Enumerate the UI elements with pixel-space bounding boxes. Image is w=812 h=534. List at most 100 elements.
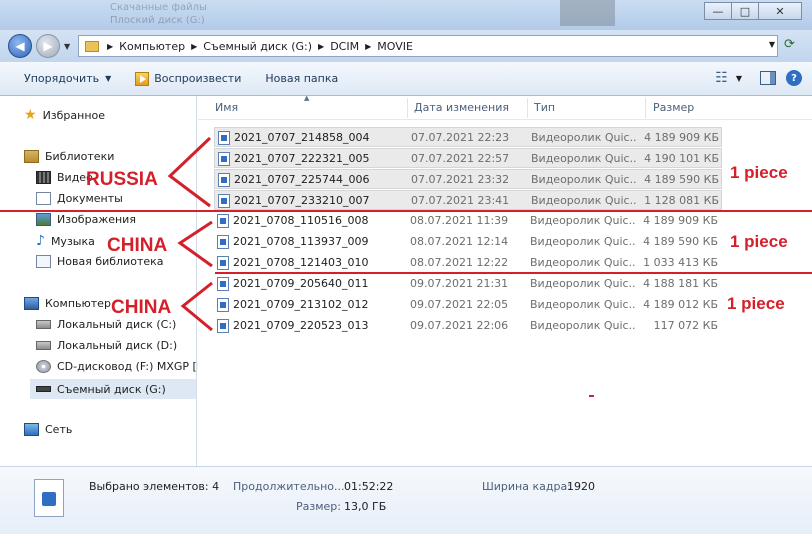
file-type: Видеоролик Quic... <box>530 235 636 248</box>
command-bar: Упорядочить ▼ Воспроизвести Новая папка … <box>0 62 812 96</box>
chevron-down-icon[interactable]: ▼ <box>736 74 742 83</box>
column-type[interactable]: Тип <box>534 101 555 115</box>
back-button[interactable]: ◀ <box>8 34 32 58</box>
video-file-icon <box>217 319 229 333</box>
play-button[interactable]: Воспроизвести <box>135 71 241 86</box>
file-date: 07.07.2021 23:41 <box>411 194 510 207</box>
preview-pane-icon[interactable] <box>760 71 776 85</box>
back-arrow-icon: ◀ <box>15 39 25 53</box>
nav-label: Съемный диск (G:) <box>57 382 166 396</box>
libraries-icon <box>24 150 39 163</box>
file-row[interactable]: 2021_0709_220523_013 09.07.2021 22:06 Виде… <box>214 316 722 336</box>
background-window-text: Плоский диск (G:) <box>110 15 205 26</box>
close-button[interactable]: ✕ <box>758 2 802 20</box>
column-divider[interactable] <box>527 98 528 118</box>
organize-button[interactable]: Упорядочить ▼ <box>24 72 111 85</box>
column-name[interactable]: Имя <box>215 101 238 115</box>
size-label: Размер: <box>296 500 341 513</box>
breadcrumb-movie[interactable]: MOVIE <box>377 40 413 53</box>
duration-value: 01:52:22 <box>344 480 394 493</box>
file-row[interactable]: 2021_0707_233210_007 07.07.2021 23:41 Виде… <box>214 190 722 210</box>
file-name: 2021_0707_225744_006 <box>234 173 370 186</box>
nav-libraries[interactable]: Библиотеки <box>24 150 114 163</box>
nav-disk-f[interactable]: CD-дисковод (F:) MXGP [F <box>36 360 203 373</box>
duration-label: Продолжительно... <box>233 480 345 493</box>
nav-disk-c[interactable]: Локальный диск (C:) <box>36 318 176 331</box>
breadcrumb-separator[interactable]: ▶ <box>318 42 324 51</box>
folder-icon <box>85 40 99 52</box>
annotation-russia: RUSSIA <box>86 169 158 190</box>
maximize-button[interactable]: □ <box>731 2 759 20</box>
navigation-pane: ★ Избранное Библиотеки Видео Документы И… <box>0 96 203 466</box>
breadcrumb-separator[interactable]: ▶ <box>107 42 113 51</box>
file-name: 2021_0708_121403_010 <box>233 256 369 269</box>
annotation-divider-line <box>215 272 812 274</box>
file-type: Видеоролик Quic... <box>530 319 636 332</box>
file-name: 2021_0709_213102_012 <box>233 298 369 311</box>
new-folder-label: Новая папка <box>265 72 339 85</box>
cd-drive-icon <box>36 360 51 373</box>
file-row[interactable]: 2021_0708_113937_009 08.07.2021 12:14 Виде… <box>214 232 722 252</box>
star-icon: ★ <box>24 107 37 123</box>
frame-width-value: 1920 <box>567 480 595 493</box>
selected-count: Выбрано элементов: 4 <box>89 480 220 493</box>
file-size: 4 189 909 КБ <box>643 214 718 227</box>
video-file-icon <box>218 194 230 208</box>
close-icon: ✕ <box>775 4 785 18</box>
file-date: 07.07.2021 22:57 <box>411 152 510 165</box>
file-type: Видеоролик Quic... <box>530 256 636 269</box>
address-bar[interactable]: ▶ Компьютер ▶ Съемный диск (G:) ▶ DCIM ▶… <box>78 35 778 57</box>
breadcrumb-separator[interactable]: ▶ <box>191 42 197 51</box>
help-icon[interactable]: ? <box>786 70 802 86</box>
file-row[interactable]: 2021_0707_222321_005 07.07.2021 22:57 Виде… <box>214 148 722 168</box>
file-row[interactable]: 2021_0708_121403_010 08.07.2021 12:22 Виде… <box>214 253 722 273</box>
column-header: ▲ Имя Дата изменения Тип Размер <box>198 94 812 120</box>
file-row[interactable]: 2021_0709_213102_012 09.07.2021 22:05 Виде… <box>214 295 722 315</box>
organize-label: Упорядочить <box>24 72 100 85</box>
breadcrumb-dcim[interactable]: DCIM <box>330 40 359 53</box>
file-name: 2021_0707_222321_005 <box>234 152 370 165</box>
minimize-button[interactable]: — <box>704 2 732 20</box>
file-row[interactable]: 2021_0707_214858_004 07.07.2021 22:23 Виде… <box>214 127 722 147</box>
breadcrumb-computer[interactable]: Компьютер <box>119 40 185 53</box>
annotation-piece: 1 piece <box>730 163 788 182</box>
file-type: Видеоролик Quic... <box>531 131 637 144</box>
size-value: 13,0 ГБ <box>344 500 387 513</box>
new-folder-button[interactable]: Новая папка <box>265 72 338 85</box>
recent-pages-dropdown[interactable]: ▼ <box>64 42 70 51</box>
file-date: 09.07.2021 21:31 <box>410 277 509 290</box>
file-type: Видеоролик Quic... <box>530 298 636 311</box>
column-size[interactable]: Размер <box>653 101 694 115</box>
column-divider[interactable] <box>407 98 408 118</box>
video-file-icon <box>217 298 229 312</box>
view-options-icon[interactable]: ☷ <box>715 70 728 86</box>
column-divider[interactable] <box>645 98 646 118</box>
nav-favorites[interactable]: ★ Избранное <box>24 108 105 122</box>
maximize-icon: □ <box>739 4 751 18</box>
file-size: 4 188 181 КБ <box>643 277 718 290</box>
file-size: 1 128 081 КБ <box>644 194 719 207</box>
nav-disk-g[interactable]: Съемный диск (G:) <box>30 379 196 399</box>
video-file-icon <box>217 214 229 228</box>
nav-computer[interactable]: Компьютер <box>24 297 111 310</box>
nav-lib-documents[interactable]: Документы <box>36 192 123 205</box>
background-thumbnail <box>560 0 615 26</box>
file-row[interactable]: 2021_0709_205640_011 09.07.2021 21:31 Виде… <box>214 274 722 294</box>
nav-label: Локальный диск (C:) <box>57 318 177 331</box>
nav-disk-d[interactable]: Локальный диск (D:) <box>36 339 177 352</box>
file-row[interactable]: 2021_0707_225744_006 07.07.2021 23:32 Виде… <box>214 169 722 189</box>
breadcrumb-removable-disk[interactable]: Съемный диск (G:) <box>203 40 312 53</box>
column-date[interactable]: Дата изменения <box>414 101 509 115</box>
address-dropdown-icon[interactable]: ▼ <box>769 40 775 49</box>
nav-lib-music[interactable]: ♪ Музыка <box>36 234 95 248</box>
refresh-icon[interactable]: ⟳ <box>784 37 804 57</box>
nav-network[interactable]: Сеть <box>24 423 72 436</box>
music-icon: ♪ <box>36 233 45 249</box>
file-list: ▲ Имя Дата изменения Тип Размер 2021_070… <box>198 94 812 466</box>
breadcrumb-separator[interactable]: ▶ <box>365 42 371 51</box>
file-row[interactable]: 2021_0708_110516_008 08.07.2021 11:39 Виде… <box>214 211 722 231</box>
file-type: Видеоролик Quic... <box>530 277 636 290</box>
nav-lib-images[interactable]: Изображения <box>36 213 136 226</box>
nav-lib-video[interactable]: Видео <box>36 171 93 184</box>
forward-button[interactable]: ▶ <box>36 34 60 58</box>
